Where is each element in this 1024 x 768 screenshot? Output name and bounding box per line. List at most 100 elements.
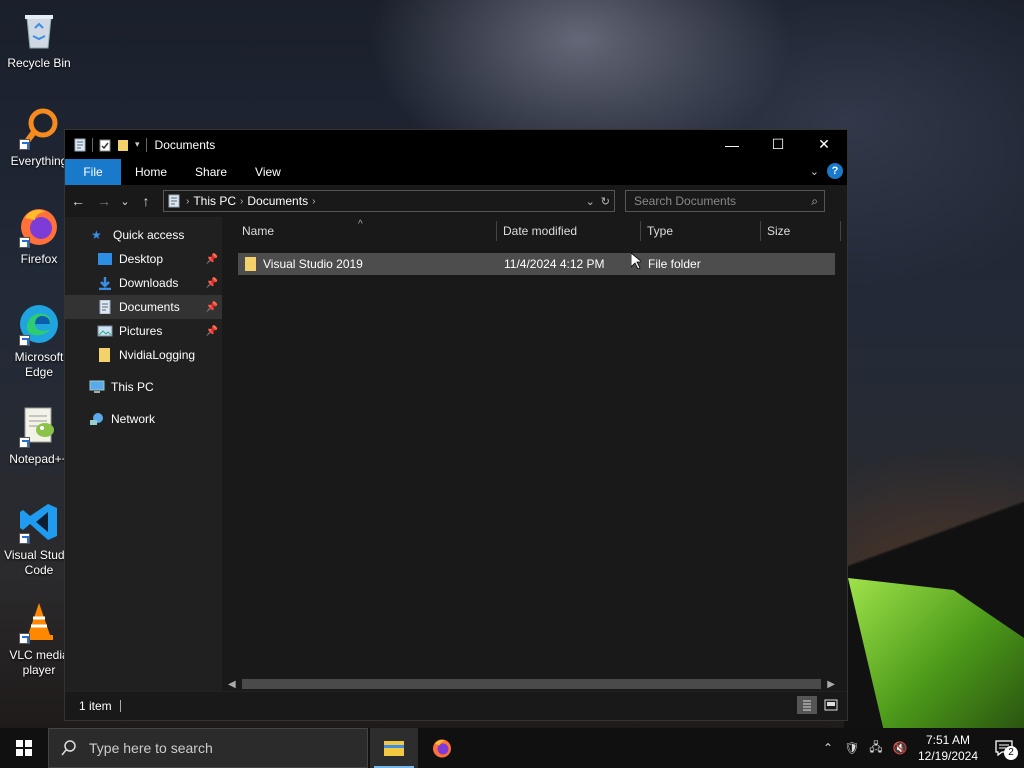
up-button[interactable]: ↑ bbox=[133, 193, 159, 209]
search-placeholder: Search Documents bbox=[634, 194, 737, 208]
column-type[interactable]: Type bbox=[641, 221, 761, 241]
taskbar-firefox[interactable] bbox=[418, 728, 466, 768]
help-icon[interactable]: ? bbox=[827, 163, 843, 179]
nav-this-pc[interactable]: This PC bbox=[65, 375, 222, 399]
back-button[interactable]: ← bbox=[65, 193, 91, 209]
shortcut-arrow-icon bbox=[19, 139, 30, 150]
close-button[interactable]: ✕ bbox=[801, 130, 847, 159]
notification-count-badge: 2 bbox=[1004, 746, 1018, 760]
firefox-icon bbox=[433, 739, 451, 758]
large-icons-view-button[interactable] bbox=[821, 696, 841, 714]
address-bar[interactable]: › This PC › Documents › ⌄ ↻ bbox=[163, 190, 615, 212]
file-list: ^ Name Date modified Type Size Visual St… bbox=[222, 217, 847, 691]
forward-button[interactable]: → bbox=[91, 193, 117, 209]
nav-quick-access[interactable]: ★ Quick access bbox=[65, 223, 222, 247]
horizontal-scrollbar[interactable]: ◀ ▶ bbox=[228, 677, 835, 691]
nav-label: This PC bbox=[111, 380, 154, 394]
star-icon: ★ bbox=[91, 228, 102, 242]
tab-view[interactable]: View bbox=[241, 159, 295, 185]
taskbar-file-explorer[interactable] bbox=[370, 728, 418, 768]
toolbar-divider bbox=[145, 137, 147, 152]
security-shield-icon[interactable]: 🛡 bbox=[840, 741, 864, 755]
system-tray: ⌃ 🛡 🖧 🔇 7:51 AM 12/19/2024 2 bbox=[816, 728, 1024, 768]
nav-network[interactable]: Network bbox=[65, 407, 222, 431]
edge-icon bbox=[17, 302, 61, 346]
scroll-left-icon[interactable]: ◀ bbox=[228, 679, 236, 690]
nav-nvidialogging[interactable]: NvidiaLogging bbox=[65, 343, 222, 367]
vlc-icon bbox=[17, 600, 61, 644]
details-view-icon bbox=[803, 700, 811, 711]
navigation-pane: ★ Quick access Desktop 📌 Downloads 📌 Doc… bbox=[65, 217, 222, 691]
breadcrumb-documents[interactable]: Documents bbox=[243, 194, 312, 208]
nav-label: Quick access bbox=[113, 228, 185, 242]
desktop-icon-recycle-bin[interactable]: Recycle Bin bbox=[0, 8, 78, 71]
scroll-right-icon[interactable]: ▶ bbox=[827, 679, 835, 690]
search-input[interactable]: Search Documents ⌕ bbox=[625, 190, 825, 212]
start-button[interactable] bbox=[0, 728, 48, 768]
minimize-button[interactable]: — bbox=[709, 130, 755, 159]
nav-label: Pictures bbox=[119, 324, 163, 338]
shortcut-arrow-icon bbox=[19, 533, 30, 544]
show-hidden-icons-chevron-icon[interactable]: ⌃ bbox=[816, 741, 840, 755]
folder-icon bbox=[99, 348, 110, 362]
file-name: Visual Studio 2019 bbox=[263, 257, 363, 271]
refresh-icon[interactable]: ↻ bbox=[601, 195, 610, 208]
taskbar-search-input[interactable]: Type here to search bbox=[48, 728, 368, 768]
action-center-button[interactable]: 2 bbox=[984, 728, 1024, 768]
details-view-button[interactable] bbox=[797, 696, 817, 714]
pin-icon[interactable]: 📌 bbox=[206, 254, 218, 265]
pin-icon[interactable]: 📌 bbox=[206, 326, 218, 337]
tab-home[interactable]: Home bbox=[121, 159, 181, 185]
nav-downloads[interactable]: Downloads 📌 bbox=[65, 271, 222, 295]
column-size[interactable]: Size bbox=[761, 221, 841, 241]
pin-icon[interactable]: 📌 bbox=[206, 302, 218, 313]
column-name[interactable]: Name bbox=[236, 221, 497, 241]
qat-customize-icon[interactable]: ▾ bbox=[135, 139, 140, 150]
file-row[interactable]: Visual Studio 2019 11/4/2024 4:12 PM Fil… bbox=[238, 253, 835, 275]
windows-logo-icon bbox=[16, 740, 32, 756]
volume-muted-icon[interactable]: 🔇 bbox=[888, 741, 912, 755]
clock[interactable]: 7:51 AM 12/19/2024 bbox=[912, 732, 984, 764]
computer-icon bbox=[89, 380, 105, 393]
shortcut-arrow-icon bbox=[19, 335, 30, 346]
nav-desktop[interactable]: Desktop 📌 bbox=[65, 247, 222, 271]
column-date-modified[interactable]: Date modified bbox=[497, 221, 641, 241]
tab-file[interactable]: File bbox=[65, 159, 121, 185]
nav-label: Downloads bbox=[119, 276, 179, 290]
ribbon-tabs: File Home Share View ⌄ ? bbox=[65, 159, 847, 185]
breadcrumb-separator-icon[interactable]: › bbox=[312, 196, 315, 207]
status-divider bbox=[119, 699, 121, 712]
item-count: 1 item bbox=[79, 698, 112, 713]
column-headers: ^ Name Date modified Type Size bbox=[222, 217, 847, 247]
nav-documents[interactable]: Documents 📌 bbox=[65, 295, 222, 319]
scrollbar-thumb[interactable] bbox=[241, 679, 822, 689]
recycle-bin-icon bbox=[17, 8, 61, 52]
documents-icon bbox=[99, 300, 111, 314]
new-folder-icon[interactable] bbox=[117, 138, 129, 152]
search-icon[interactable]: ⌕ bbox=[811, 194, 824, 209]
file-explorer-window: ▾ Documents — ☐ ✕ File Home Share View ⌄… bbox=[64, 129, 848, 721]
firefox-icon bbox=[17, 204, 61, 248]
download-arrow-icon bbox=[99, 277, 111, 290]
large-icons-view-icon bbox=[824, 699, 838, 711]
notepadpp-icon bbox=[17, 404, 61, 448]
pin-icon[interactable]: 📌 bbox=[206, 278, 218, 289]
breadcrumb-this-pc[interactable]: This PC bbox=[189, 194, 240, 208]
file-type: File folder bbox=[648, 257, 701, 271]
properties-icon[interactable] bbox=[74, 138, 86, 152]
shortcut-arrow-icon bbox=[19, 237, 30, 248]
vscode-icon bbox=[17, 500, 61, 544]
address-dropdown-icon[interactable]: ⌄ bbox=[586, 195, 595, 208]
shortcut-arrow-icon bbox=[19, 633, 30, 644]
tab-share[interactable]: Share bbox=[181, 159, 241, 185]
title-bar[interactable]: ▾ Documents — ☐ ✕ bbox=[65, 130, 847, 159]
desktop-icon-label: Recycle Bin bbox=[7, 56, 71, 70]
recent-locations-button[interactable]: ⌄ bbox=[117, 195, 133, 208]
taskbar-search-placeholder: Type here to search bbox=[89, 740, 213, 756]
maximize-button[interactable]: ☐ bbox=[755, 130, 801, 159]
expand-ribbon-icon[interactable]: ⌄ bbox=[810, 165, 819, 178]
toolbar-divider bbox=[92, 137, 93, 152]
checkmark-icon[interactable] bbox=[99, 138, 111, 152]
nav-pictures[interactable]: Pictures 📌 bbox=[65, 319, 222, 343]
network-status-icon[interactable]: 🖧 bbox=[864, 738, 888, 759]
